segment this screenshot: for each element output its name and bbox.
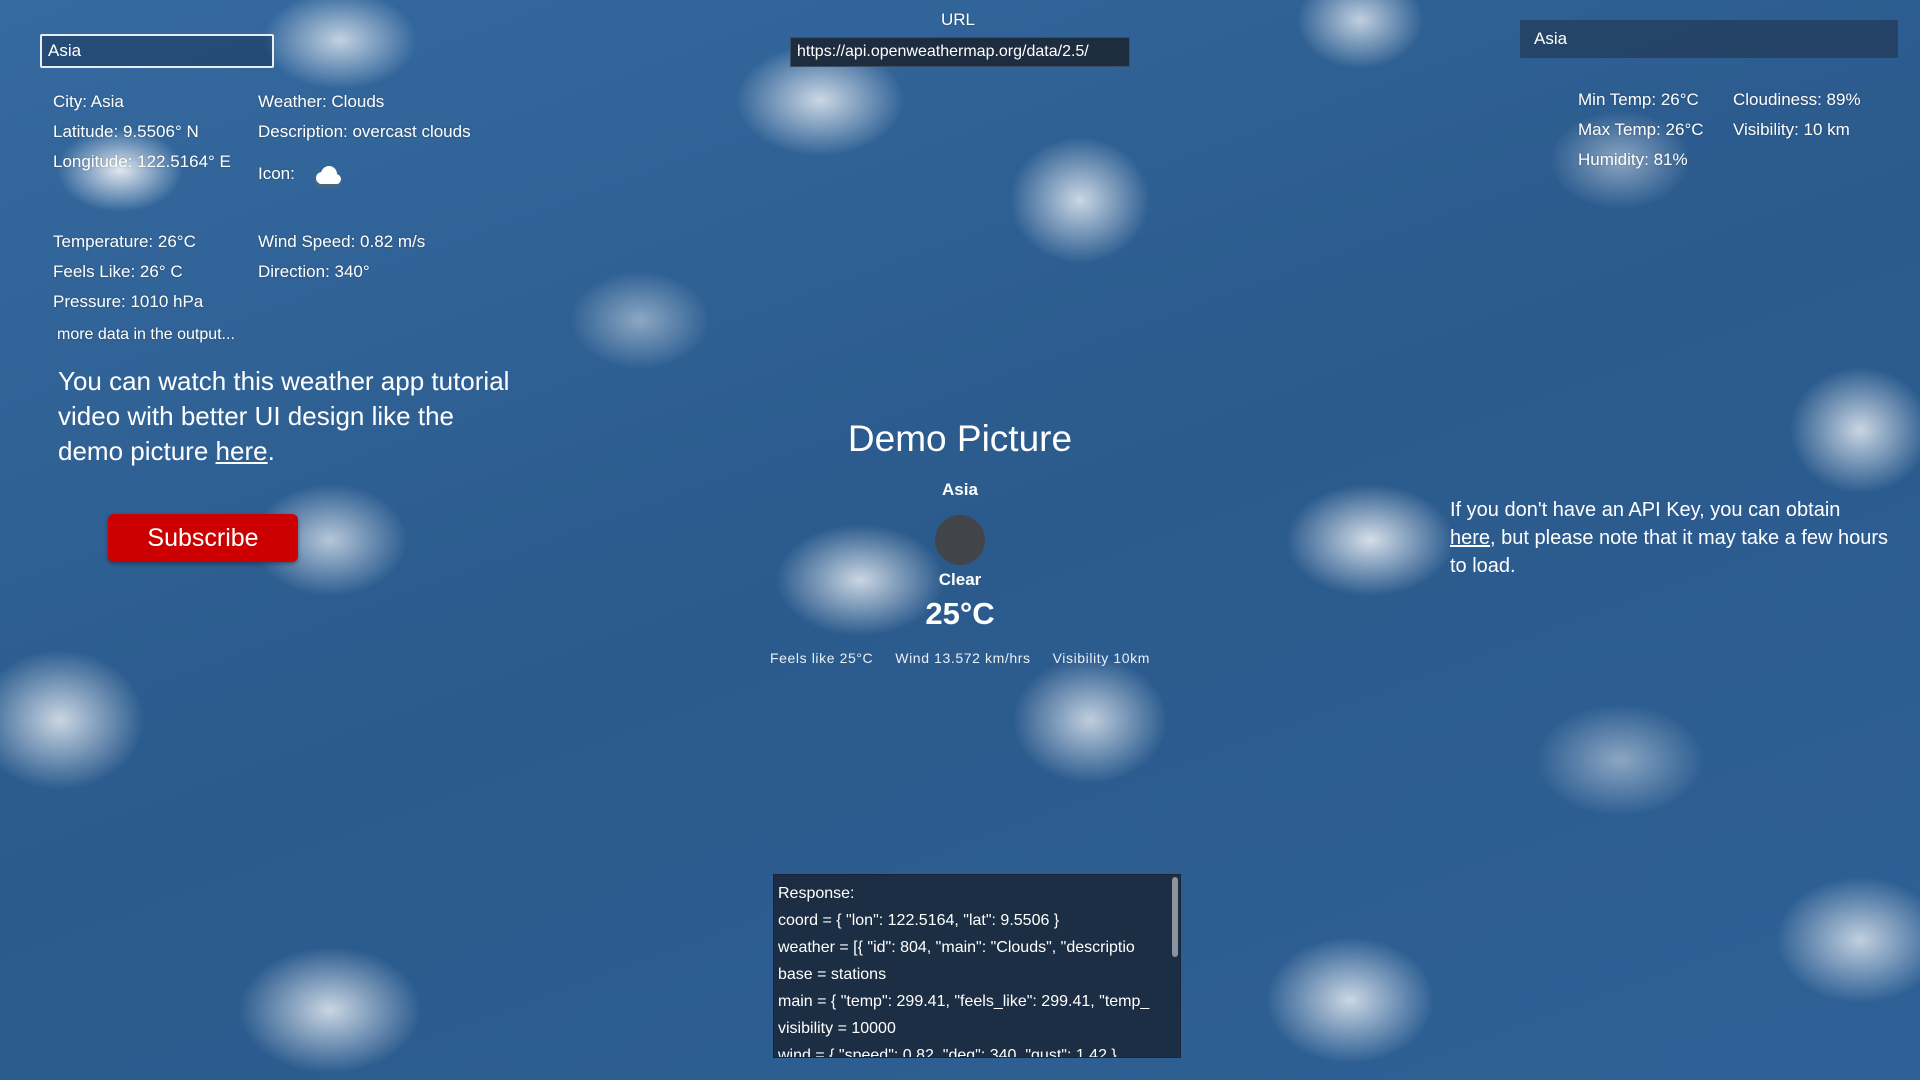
demo-feels-like: Feels like 25°C [769,650,874,666]
response-line: visibility = 10000 [778,1020,896,1037]
url-label: URL [940,10,975,29]
demo-city: Asia [942,480,978,499]
description-text: Description: overcast clouds [258,122,471,141]
response-line: main = { "temp": 299.41, "feels_like": 2… [778,993,1150,1010]
feels-like-text: Feels Like: 26° C [53,262,183,281]
response-scrollbar[interactable] [1172,877,1178,957]
city-text: City: Asia [53,92,124,111]
wind-speed-text: Wind Speed: 0.82 m/s [258,232,426,251]
pressure-text: Pressure: 1010 hPa [53,292,204,311]
api-url-field[interactable]: https://api.openweathermap.org/data/2.5/ [790,37,1130,67]
response-output[interactable]: Response: coord = { "lon": 122.5164, "la… [773,874,1181,1058]
icon-label: Icon: [258,164,295,183]
subscribe-button[interactable]: Subscribe [108,514,298,562]
tutorial-end: . [267,436,275,466]
longitude-text: Longitude: 122.5164° E [53,152,231,171]
temperature-text: Temperature: 26°C [53,232,196,251]
weather-icon-placeholder [935,515,985,565]
latitude-text: Latitude: 9.5506° N [53,122,199,141]
tutorial-link[interactable]: here [216,436,268,466]
humidity-text: Humidity: 81% [1578,150,1688,169]
city-search-input-right[interactable] [1520,20,1898,58]
demo-title: Demo Picture [847,418,1073,459]
api-key-text: If you don't have an API Key, you can ob… [1450,499,1841,521]
tutorial-text: You can watch this weather app tutorial … [58,366,510,466]
demo-visibility: Visibility 10km [1052,650,1151,666]
city-search-input-left[interactable] [40,34,274,68]
cloud-icon [308,162,348,190]
visibility-text: Visibility: 10 km [1733,120,1850,139]
demo-stats: Feels like 25°C Wind 13.572 km/hrs Visib… [740,650,1180,666]
response-label: Response: [778,885,855,902]
tutorial-note: You can watch this weather app tutorial … [58,364,518,469]
api-key-link[interactable]: here [1450,527,1490,549]
response-line: weather = [{ "id": 804, "main": "Clouds"… [778,939,1135,956]
more-data-text: more data in the output... [57,326,235,343]
weather-text: Weather: Clouds [258,92,385,111]
response-line: coord = { "lon": 122.5164, "lat": 9.5506… [778,912,1060,929]
demo-condition: Clear [938,570,982,589]
cloudiness-text: Cloudiness: 89% [1733,90,1861,109]
response-line: wind = { "speed": 0.82, "deg": 340, "gus… [778,1047,1117,1058]
demo-wind: Wind 13.572 km/hrs [895,650,1031,666]
api-key-end: , but please note that it may take a few… [1450,527,1889,577]
api-key-note: If you don't have an API Key, you can ob… [1450,496,1890,580]
max-temp-text: Max Temp: 26°C [1578,120,1704,139]
response-line: base = stations [778,966,887,983]
demo-temperature: 25°C [925,596,995,631]
direction-text: Direction: 340° [258,262,370,281]
min-temp-text: Min Temp: 26°C [1578,90,1699,109]
